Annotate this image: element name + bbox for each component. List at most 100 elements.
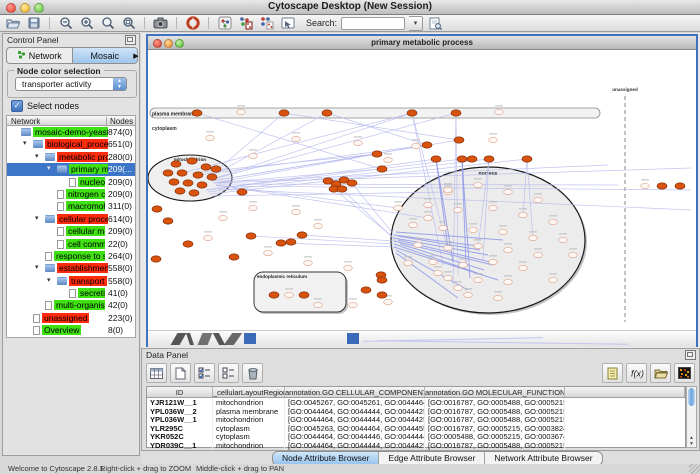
network-node[interactable]	[424, 202, 433, 207]
network-node[interactable]	[474, 182, 483, 187]
network-node[interactable]	[344, 265, 353, 270]
network-node[interactable]	[519, 265, 528, 270]
tree-row-cell-communicat[interactable]: cell communicat22(0)	[7, 238, 135, 250]
scrollbar-thumb[interactable]	[688, 388, 695, 406]
network-node[interactable]	[559, 237, 568, 242]
network-node[interactable]	[285, 292, 294, 297]
network-node[interactable]	[499, 229, 508, 234]
tree-row-response-to-stimulu[interactable]: response to stimulu264(0)	[7, 250, 135, 262]
network-node[interactable]	[204, 235, 213, 240]
attribute-table-icon[interactable]	[146, 363, 167, 383]
network-node-selected-color[interactable]	[451, 110, 461, 116]
network-node[interactable]	[249, 153, 258, 158]
network-node-selected-color[interactable]	[377, 277, 387, 283]
tab-mosaic[interactable]: Mosaic	[72, 48, 138, 63]
network-node-selected-color[interactable]	[169, 179, 179, 185]
network-node[interactable]	[469, 227, 478, 232]
network-node[interactable]	[354, 140, 363, 145]
network-node-selected-color[interactable]	[211, 166, 221, 172]
network-node[interactable]	[464, 292, 473, 297]
network-node-selected-color[interactable]	[347, 180, 357, 186]
table-scrollbar[interactable]: ▲▼	[686, 386, 697, 448]
tree-row-cellular-process[interactable]: ▾cellular process614(0)	[7, 213, 135, 225]
network-node-selected-color[interactable]	[192, 110, 202, 116]
disclosure-triangle-icon[interactable]: ▾	[47, 276, 51, 284]
resize-grip[interactable]	[689, 464, 700, 474]
network-node-selected-color[interactable]	[522, 156, 532, 162]
network-node[interactable]	[237, 109, 246, 114]
network-node-selected-color[interactable]	[175, 188, 185, 194]
column-header[interactable]: _cellularLayoutRegion	[213, 387, 285, 397]
column-header[interactable]: annotation.GO MOLECULAR_FUNCTION	[425, 387, 565, 397]
network-node[interactable]	[489, 259, 498, 264]
tree-row-nitrogen-compo[interactable]: nitrogen compo209(0)	[7, 188, 135, 200]
network-node-selected-color[interactable]	[163, 170, 173, 176]
network-node-selected-color[interactable]	[337, 186, 347, 192]
network-node-selected-color[interactable]	[431, 156, 441, 162]
zoom-fit-icon[interactable]	[120, 16, 137, 31]
network-node[interactable]	[504, 189, 513, 194]
network-node-selected-color[interactable]	[183, 180, 193, 186]
tree-row-metabolic-process[interactable]: ▾metabolic process280(0)	[7, 151, 135, 163]
node-color-dropdown[interactable]: transporter activity ▲▼	[15, 77, 127, 91]
tree-row-biological-process[interactable]: ▾biological_process651(0)	[7, 138, 135, 150]
disclosure-triangle-icon[interactable]: ▾	[35, 214, 39, 222]
network-node[interactable]	[429, 259, 438, 264]
advanced-search-icon[interactable]	[427, 16, 444, 31]
network-node[interactable]	[249, 205, 258, 210]
tree-row-transport[interactable]: ▾transport558(0)	[7, 275, 135, 287]
network-node-selected-color[interactable]	[675, 183, 685, 189]
network-node[interactable]	[534, 252, 543, 257]
network-node-selected-color[interactable]	[657, 183, 667, 189]
notes-icon[interactable]	[602, 363, 623, 383]
table-row[interactable]: YPL036W__2plasma membrane[GO:0044464, GO…	[147, 407, 685, 416]
network-node-selected-color[interactable]	[276, 240, 286, 246]
network-node[interactable]	[384, 299, 393, 304]
network-node-selected-color[interactable]	[171, 161, 181, 167]
network-node-selected-color[interactable]	[246, 233, 256, 239]
network-node-selected-color[interactable]	[269, 292, 279, 298]
network-node-selected-color[interactable]	[163, 218, 173, 224]
network-node[interactable]	[409, 222, 418, 227]
network-node-selected-color[interactable]	[201, 164, 211, 170]
network-node[interactable]	[549, 277, 558, 282]
network-node[interactable]	[414, 242, 423, 247]
network-node[interactable]	[534, 197, 543, 202]
zoom-out-icon[interactable]	[57, 16, 74, 31]
network-node[interactable]	[349, 302, 358, 307]
tree-row-cellular-metabol[interactable]: cellular metabol209(0)	[7, 225, 135, 237]
tree-row-overview[interactable]: Overview8(0)	[7, 324, 135, 336]
network-node[interactable]	[444, 275, 453, 280]
network-node[interactable]	[314, 302, 323, 307]
network-node[interactable]	[494, 295, 503, 300]
network-node-selected-color[interactable]	[189, 190, 199, 196]
annotation-icon[interactable]	[279, 16, 296, 31]
network-node-selected-color[interactable]	[193, 172, 203, 178]
new-attribute-icon[interactable]	[170, 363, 191, 383]
network-node[interactable]	[489, 205, 498, 210]
network-node-selected-color[interactable]	[467, 156, 477, 162]
network-node-selected-color[interactable]	[361, 287, 371, 293]
help-icon[interactable]	[184, 16, 201, 31]
delete-attribute-icon[interactable]	[242, 363, 263, 383]
network-node-selected-color[interactable]	[151, 256, 161, 262]
import-attributes-icon[interactable]	[650, 363, 671, 383]
network-node[interactable]	[444, 245, 453, 250]
attribute-matrix-icon[interactable]	[674, 363, 695, 383]
network-node[interactable]	[206, 135, 215, 140]
disclosure-triangle-icon[interactable]: ▾	[35, 263, 39, 271]
network-node[interactable]	[474, 243, 483, 248]
network-node-selected-color[interactable]	[286, 239, 296, 245]
network-node[interactable]	[384, 157, 393, 162]
unselect-attributes-icon[interactable]	[218, 363, 239, 383]
network-node[interactable]	[292, 209, 301, 214]
formula-builder-icon[interactable]: f(x)	[626, 363, 647, 383]
table-row[interactable]: YKR052Ccytoplasm[GO:0044464, GO:0044446,…	[147, 432, 685, 441]
tree-row-unassigned[interactable]: unassigned223(0)	[7, 312, 135, 324]
search-dropdown-button[interactable]: ▾	[409, 16, 423, 31]
table-row[interactable]: YPL036W__1mitochondrion[GO:0044464, GO:0…	[147, 415, 685, 424]
apply-layout-1-icon[interactable]	[237, 16, 254, 31]
network-node-selected-color[interactable]	[229, 254, 239, 260]
network-node-selected-color[interactable]	[207, 174, 217, 180]
network-node[interactable]	[519, 212, 528, 217]
